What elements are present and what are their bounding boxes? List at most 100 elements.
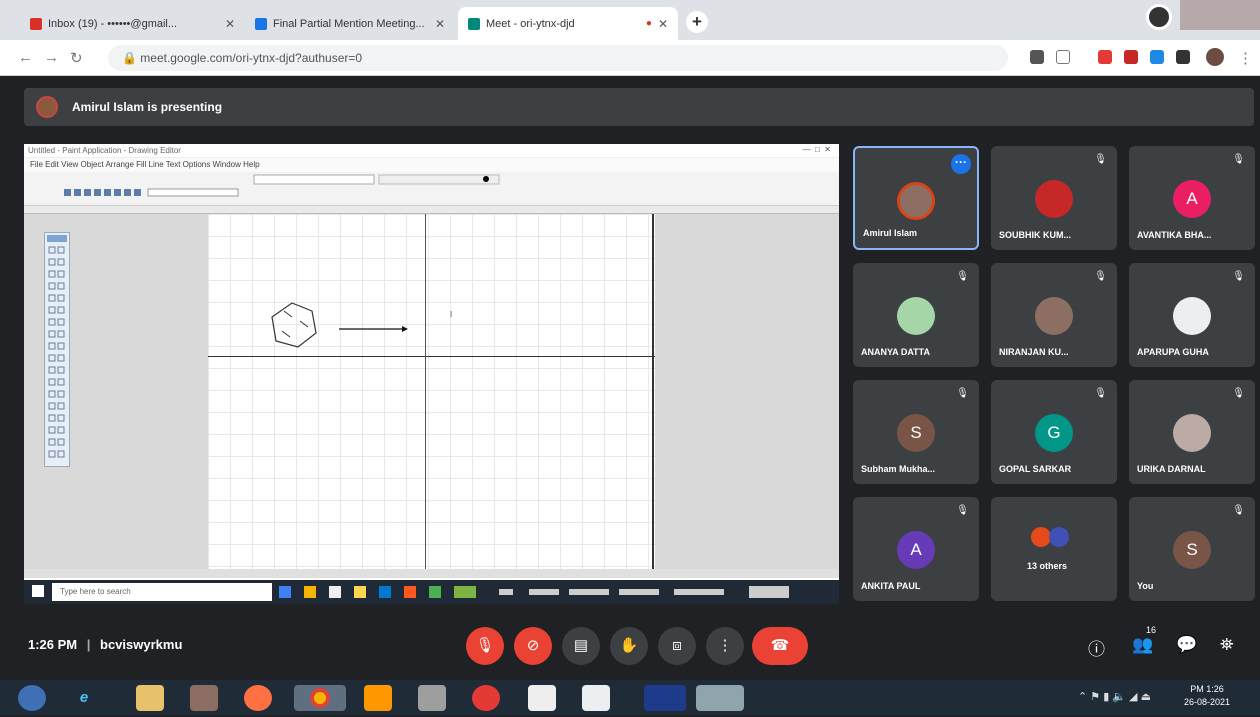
- forward-icon[interactable]: →: [44, 49, 59, 66]
- tab-meet[interactable]: Meet - ori-ytnx-djd ● ✕: [458, 7, 678, 40]
- avatar: [897, 297, 935, 335]
- tab-gmail[interactable]: Inbox (19) - ••••••@gmail... ✕: [20, 7, 245, 40]
- start-orb-icon[interactable]: [18, 685, 46, 711]
- tab-label: Meet - ori-ytnx-djd: [486, 17, 575, 30]
- app-icon[interactable]: [418, 685, 446, 711]
- activities-icon[interactable]: ⛯: [1220, 635, 1234, 655]
- taskbar-search: Type here to search: [52, 583, 272, 601]
- participant-tile[interactable]: 🎙 APARUPA GUHA: [1129, 263, 1255, 367]
- app-icon[interactable]: [472, 685, 500, 711]
- mic-off-icon: 🎙: [1094, 388, 1107, 399]
- system-clock[interactable]: PM 1:26 26-08-2021: [1184, 683, 1230, 709]
- mic-off-icon: 🎙: [1232, 271, 1245, 282]
- mic-off-icon: 🎙: [956, 388, 969, 399]
- profile-icon[interactable]: [1146, 4, 1172, 30]
- camera-icon[interactable]: [1030, 50, 1044, 64]
- participant-tile[interactable]: 🎙 SOUBHIK KUM...: [991, 146, 1117, 250]
- windows-start-icon: [32, 585, 44, 597]
- avatar[interactable]: [1206, 48, 1224, 66]
- media-player-icon[interactable]: [190, 685, 218, 711]
- minimize-maximize-close-buttons[interactable]: [1180, 0, 1260, 30]
- drawing-shapes: I: [271, 302, 452, 348]
- participant-tile[interactable]: 🎙 URIKA DARNAL: [1129, 380, 1255, 484]
- close-icon[interactable]: ✕: [435, 17, 445, 31]
- extension-icon[interactable]: [1098, 50, 1112, 64]
- participant-tile-self[interactable]: 🎙 S You: [1129, 497, 1255, 601]
- url-text: meet.google.com/ori-ytnx-djd?authuser=0: [140, 51, 363, 65]
- captions-button[interactable]: ▤: [562, 627, 600, 665]
- participant-tile[interactable]: 🎙 A ANKITA PAUL: [853, 497, 979, 601]
- firefox-icon[interactable]: [244, 685, 272, 711]
- chat-icon[interactable]: 💬: [1176, 635, 1197, 655]
- app-icon[interactable]: [696, 685, 744, 711]
- people-icon[interactable]: 👥: [1132, 635, 1153, 655]
- window-controls: [1146, 0, 1260, 30]
- new-tab-button[interactable]: +: [686, 11, 708, 33]
- participant-tile[interactable]: 🎙 ANANYA DATTA: [853, 263, 979, 367]
- back-icon[interactable]: ←: [18, 49, 33, 66]
- mic-toggle-button[interactable]: 🎙: [466, 627, 504, 665]
- meeting-info: 1:26 PM | bcviswyrkmu: [28, 637, 182, 652]
- hexagon-shape: [271, 302, 317, 348]
- app-toolbar: [24, 172, 839, 206]
- puzzle-icon[interactable]: [1176, 50, 1190, 64]
- tool-palette[interactable]: [44, 232, 70, 467]
- participant-name: 13 others: [1027, 561, 1068, 571]
- meet-area: Amirul Islam is presenting Untitled - Pa…: [0, 76, 1260, 680]
- participant-tile[interactable]: 🎙 A AVANTIKA BHA...: [1129, 146, 1255, 250]
- app-icon[interactable]: [644, 685, 686, 711]
- phone-hangup-icon: ☎: [770, 637, 790, 654]
- mic-off-icon: 🎙: [1232, 505, 1245, 516]
- folder-icon[interactable]: [136, 685, 164, 711]
- raise-hand-button[interactable]: ✋: [610, 627, 648, 665]
- participant-name: Subham Mukha...: [861, 464, 936, 474]
- participant-name: URIKA DARNAL: [1137, 464, 1206, 474]
- avatar: [897, 182, 935, 220]
- close-icon[interactable]: ✕: [225, 17, 235, 31]
- chrome-icon[interactable]: [294, 685, 346, 711]
- document-icon[interactable]: [528, 685, 556, 711]
- camera-toggle-button[interactable]: ⊘: [514, 627, 552, 665]
- tab-document[interactable]: Final Partial Mention Meeting... ✕: [245, 7, 455, 40]
- participant-tile[interactable]: 🎙 G GOPAL SARKAR: [991, 380, 1117, 484]
- avatar: [36, 96, 58, 118]
- mic-off-icon: 🎙: [956, 505, 969, 516]
- avatar: [1031, 527, 1051, 547]
- present-button[interactable]: ⧈: [658, 627, 696, 665]
- participant-tile[interactable]: 🎙 S Subham Mukha...: [853, 380, 979, 484]
- avatar: [1035, 180, 1073, 218]
- kebab-menu-icon: ⋮: [717, 637, 733, 654]
- star-icon[interactable]: [1056, 50, 1070, 64]
- mic-off-icon: 🎙: [956, 271, 969, 282]
- drawing-canvas[interactable]: [208, 214, 655, 569]
- tab-label: Final Partial Mention Meeting...: [273, 17, 425, 30]
- url-field[interactable]: 🔒 meet.google.com/ori-ytnx-djd?authuser=…: [108, 45, 1008, 71]
- address-bar: ← → ↻ 🔒 meet.google.com/ori-ytnx-djd?aut…: [0, 40, 1260, 76]
- system-tray[interactable]: ⌃ ⚑ ▮ 🔈 ◢ ⏏: [1078, 690, 1151, 703]
- captions-icon: ▤: [573, 637, 589, 654]
- info-icon[interactable]: ⓘ: [1088, 635, 1105, 660]
- window-controls: — □ ✕: [802, 145, 831, 154]
- internet-explorer-icon[interactable]: e: [70, 685, 98, 711]
- extension-icon[interactable]: [1124, 50, 1138, 64]
- app-icon[interactable]: [364, 685, 392, 711]
- more-options-button[interactable]: ⋮: [706, 627, 744, 665]
- reload-icon[interactable]: ↻: [70, 49, 83, 67]
- extension-icon[interactable]: [1150, 50, 1164, 64]
- close-icon[interactable]: ✕: [658, 17, 668, 31]
- axis-vertical: [425, 214, 426, 569]
- participant-tile-others[interactable]: 13 others: [991, 497, 1117, 601]
- presenting-text: Amirul Islam is presenting: [72, 100, 223, 114]
- participant-tile[interactable]: 🎙 NIRANJAN KU...: [991, 263, 1117, 367]
- app-icon[interactable]: [582, 685, 610, 711]
- avatar: A: [897, 531, 935, 569]
- leave-call-button[interactable]: ☎: [752, 627, 808, 665]
- participant-tile[interactable]: ··· Amirul Islam: [853, 146, 979, 250]
- participant-name: ANKITA PAUL: [861, 581, 921, 591]
- kebab-menu-icon[interactable]: ⋮: [1238, 49, 1253, 67]
- more-options-icon[interactable]: ···: [951, 154, 971, 174]
- avatar: G: [1035, 414, 1073, 452]
- ruler: [24, 206, 839, 214]
- meet-icon: [468, 17, 480, 30]
- avatar: [1173, 414, 1211, 452]
